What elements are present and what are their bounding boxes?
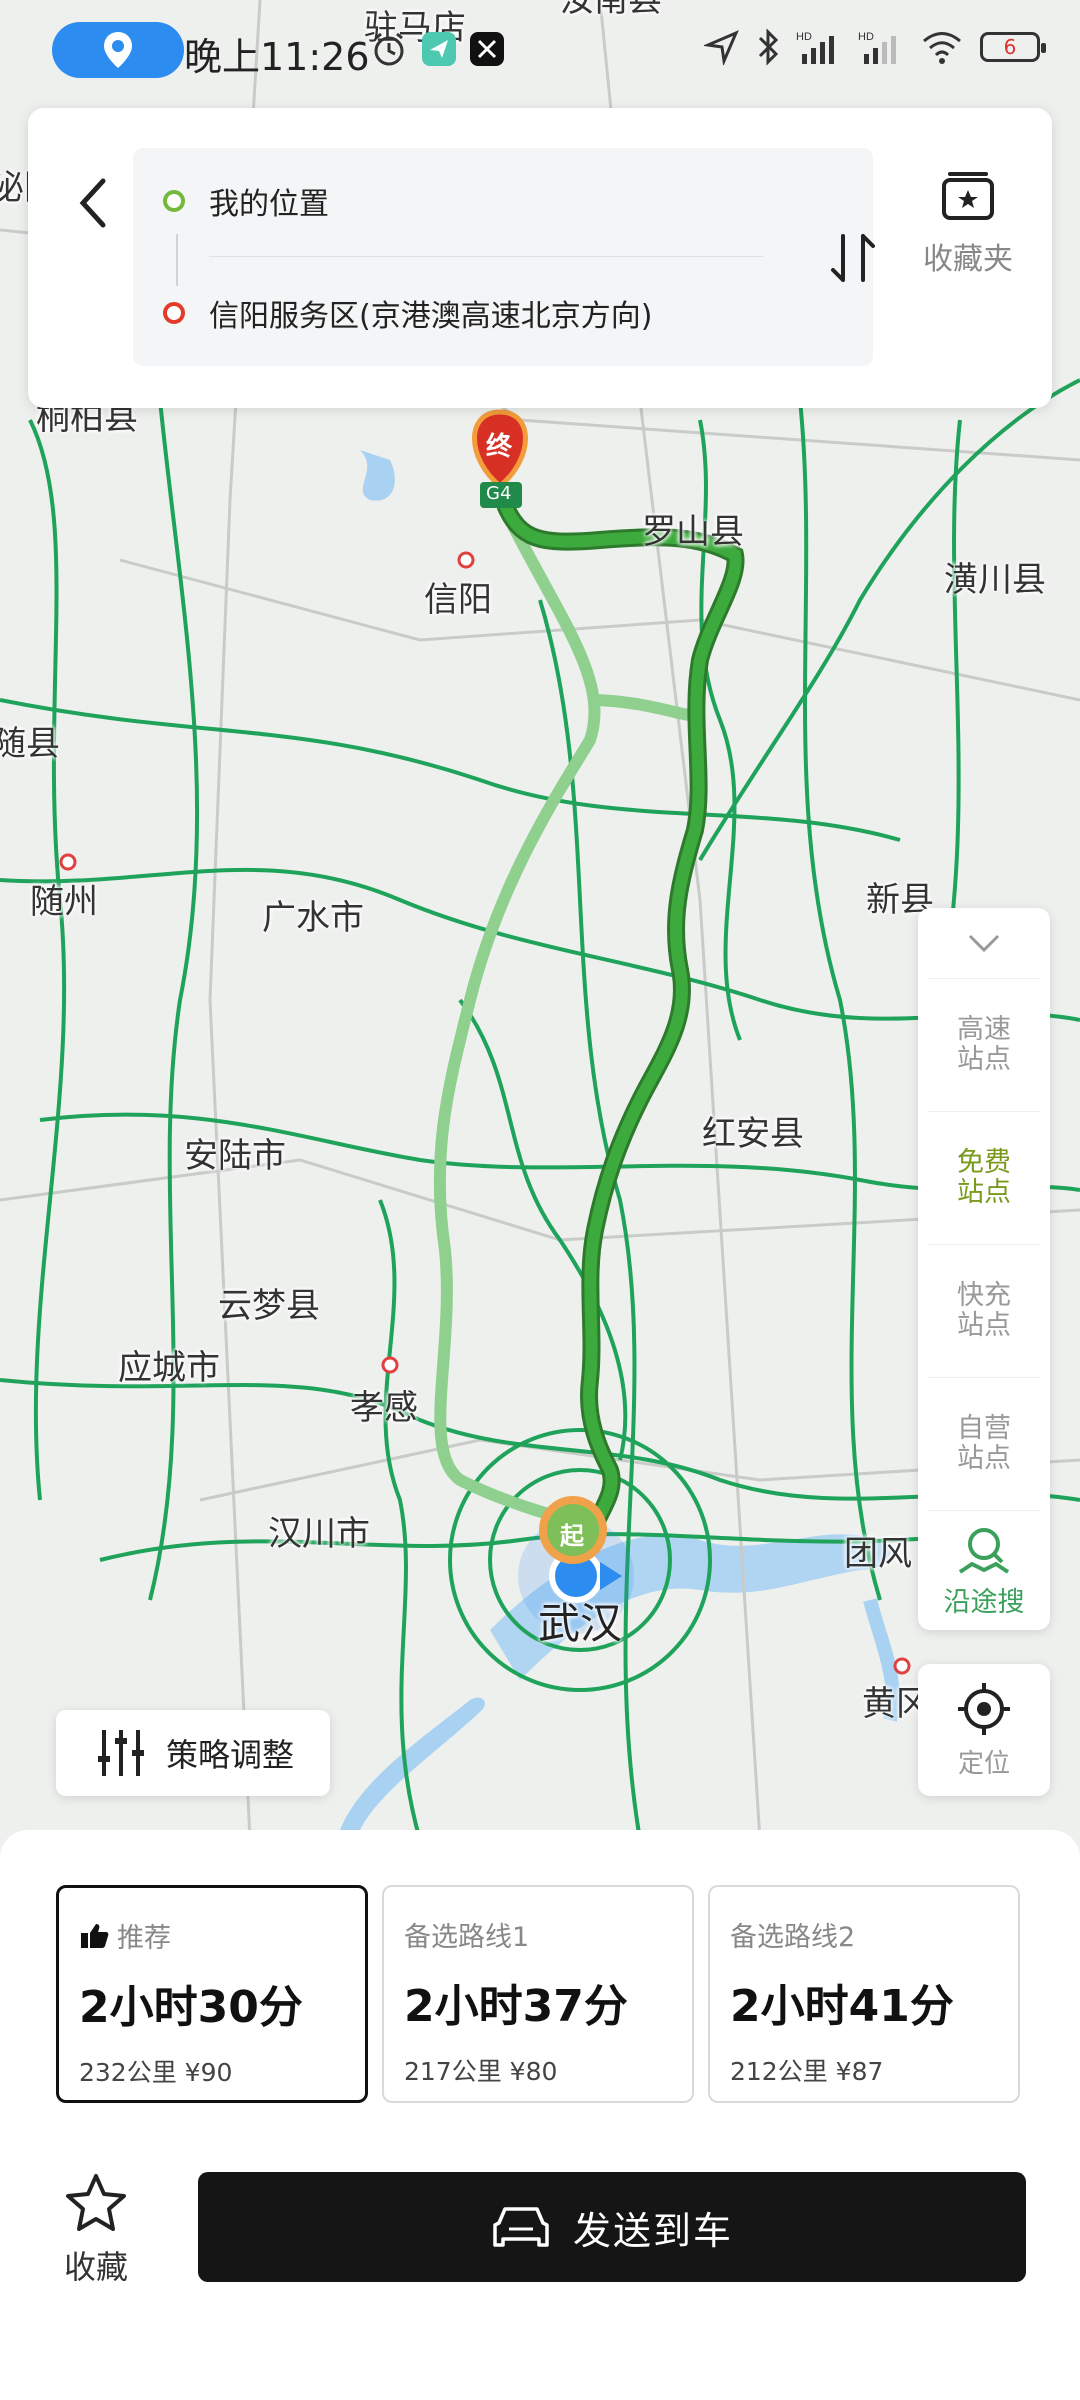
collapse-panel-button[interactable] [918, 908, 1050, 978]
route-option-duration: 2小时41分 [730, 1981, 954, 2032]
search-along-route-button[interactable]: 沿途搜 [928, 1510, 1040, 1631]
route-option-alt-2[interactable]: 备选路线2 2小时41分 212公里 ¥87 [708, 1885, 1020, 2103]
sliders-icon [98, 1730, 144, 1776]
end-marker-label: 终 [486, 432, 513, 462]
favorite-label: 收藏 [63, 2248, 128, 2286]
map-label-guangshui: 广水市 [262, 898, 364, 938]
send-to-car-label: 发送到车 [572, 2208, 733, 2253]
map-label-suizhou: 随州 [30, 882, 98, 922]
map-label-anlu: 安陆市 [184, 1136, 286, 1176]
signal-hd-2-icon: HD [858, 31, 896, 64]
filter-self-operated-line2: 站点 [957, 1443, 1011, 1474]
map-label-yunmeng: 云梦县 [218, 1286, 320, 1326]
route-option-meta: 232公里 ¥90 [79, 2058, 233, 2087]
destination-dot-icon [163, 302, 185, 324]
highway-shield-label: G4 [486, 483, 512, 504]
route-option-tag: 备选路线1 [404, 1922, 530, 1953]
bluetooth-icon [758, 28, 779, 66]
waypoint-inputs: 我的位置 信阳服务区(京港澳高速北京方向) [133, 148, 875, 366]
swap-arrows-icon [831, 234, 875, 282]
map-label-xinyang: 信阳 [424, 580, 492, 620]
strategy-adjust-label: 策略调整 [166, 1736, 295, 1774]
route-option-duration: 2小时37分 [404, 1981, 628, 2032]
location-pill[interactable] [52, 22, 184, 78]
filter-free-line1: 免费 [957, 1147, 1011, 1178]
filter-highway-stations[interactable]: 高速 站点 [928, 978, 1040, 1111]
battery-indicator: 6 [980, 32, 1046, 62]
filter-highway-line1: 高速 [957, 1014, 1011, 1045]
favorites-folder-label: 收藏夹 [923, 242, 1013, 277]
filter-highway-line2: 站点 [957, 1044, 1011, 1075]
route-option-recommended[interactable]: 推荐 2小时30分 232公里 ¥90 [56, 1885, 368, 2103]
chevron-down-icon [968, 934, 1000, 953]
waypoint-connector [176, 234, 178, 286]
station-filter-panel: 高速 站点 免费 站点 快充 站点 自营 站点 沿途搜 [918, 908, 1050, 1630]
favorites-folder-button[interactable]: 收藏夹 [908, 168, 1028, 278]
locate-label: 定位 [957, 1748, 1010, 1779]
start-marker-label: 起 [560, 1522, 584, 1550]
map-label-xiaogan: 孝感 [350, 1388, 418, 1428]
route-option-duration: 2小时30分 [79, 1982, 303, 2033]
svg-text:HD: HD [858, 31, 874, 43]
strategy-adjust-button[interactable]: 策略调整 [56, 1710, 330, 1796]
crosshair-icon [958, 1682, 1010, 1735]
map-pin-search-icon [958, 1527, 1010, 1574]
map-label-hongan: 红安县 [702, 1114, 804, 1154]
route-options-sheet: 推荐 2小时30分 232公里 ¥90 备选路线1 2小时37分 217公里 ¥… [0, 1830, 1080, 2400]
filter-fast-charge-stations[interactable]: 快充 站点 [928, 1244, 1040, 1377]
battery-level: 6 [1003, 35, 1017, 59]
route-option-meta: 212公里 ¥87 [730, 2057, 884, 2086]
filter-self-operated-line1: 自营 [957, 1413, 1011, 1444]
back-button[interactable] [58, 158, 128, 248]
map-label-hanchuan: 汉川市 [268, 1514, 370, 1554]
map-label-huangchuan: 潢川县 [944, 560, 1046, 600]
wifi-icon [923, 32, 961, 64]
app-notification-icon [422, 32, 456, 66]
route-option-tag: 推荐 [117, 1923, 171, 1954]
destination-field[interactable]: 信阳服务区(京港澳高速北京方向) [163, 288, 652, 338]
send-to-car-button[interactable]: 发送到车 [198, 2172, 1026, 2282]
route-options-list: 推荐 2小时30分 232公里 ¥90 备选路线1 2小时37分 217公里 ¥… [56, 1885, 1020, 2103]
status-time: 晚上11:26 [184, 35, 370, 79]
origin-dot-icon [163, 190, 185, 212]
filter-free-stations[interactable]: 免费 站点 [928, 1111, 1040, 1244]
filter-self-operated-stations[interactable]: 自营 站点 [928, 1377, 1040, 1510]
map-label-luoshan: 罗山县 [642, 512, 744, 552]
location-pin-icon [104, 32, 132, 68]
map-label-suixian: 随县 [0, 724, 60, 764]
origin-text: 我的位置 [209, 187, 329, 222]
status-bar: 晚上11:26 HD HD 6 [0, 0, 1080, 100]
filter-fast-charge-line1: 快充 [957, 1280, 1011, 1311]
swap-button[interactable] [823, 228, 883, 288]
route-option-tag: 备选路线2 [730, 1922, 856, 1953]
chevron-left-icon [79, 178, 106, 228]
search-along-route-label: 沿途搜 [943, 1586, 1025, 1618]
filter-free-line2: 站点 [957, 1177, 1011, 1208]
map-label-yingcheng: 应城市 [118, 1348, 220, 1388]
signal-hd-1-icon: HD [796, 31, 834, 64]
svg-text:HD: HD [796, 31, 812, 43]
map-label-tuanfeng: 团风 [844, 1534, 912, 1574]
folder-star-icon [942, 172, 994, 220]
navigation-arrow-icon [704, 30, 739, 65]
alarm-icon [374, 32, 404, 66]
thumbs-up-icon [81, 1923, 109, 1948]
car-icon [493, 2207, 549, 2247]
locate-button[interactable]: 定位 [918, 1664, 1050, 1796]
favorite-button[interactable]: 收藏 [46, 2172, 146, 2288]
route-option-meta: 217公里 ¥80 [404, 2057, 558, 2086]
route-header-card: 我的位置 信阳服务区(京港澳高速北京方向) 收藏夹 [28, 108, 1052, 408]
map-label-wuhan: 武汉 [538, 1599, 623, 1648]
x-app-icon [470, 32, 504, 66]
destination-text: 信阳服务区(京港澳高速北京方向) [209, 299, 653, 334]
star-outline-icon [66, 2174, 126, 2231]
filter-fast-charge-line2: 站点 [957, 1310, 1011, 1341]
route-option-alt-1[interactable]: 备选路线1 2小时37分 217公里 ¥80 [382, 1885, 694, 2103]
waypoint-divider [209, 256, 763, 257]
origin-field[interactable]: 我的位置 [163, 176, 329, 226]
